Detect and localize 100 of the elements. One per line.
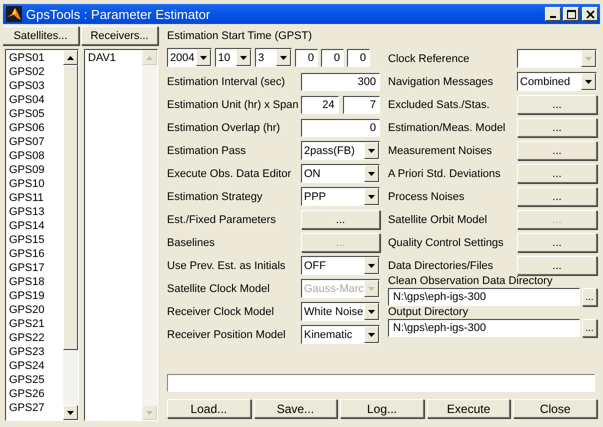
field-label: Use Prev. Est. as Initials (167, 260, 286, 272)
list-item[interactable]: GPS18 (9, 275, 60, 289)
caret-icon (368, 172, 375, 176)
maximize-button[interactable] (563, 7, 579, 21)
input-field[interactable]: 24 (301, 96, 338, 114)
dropdown[interactable]: 2004 (167, 48, 212, 67)
list-item[interactable]: GPS27 (9, 401, 60, 415)
down-arrow-icon[interactable] (67, 410, 74, 414)
options-button[interactable]: ... (517, 164, 597, 183)
path-field[interactable]: N:\gps\eph-igs-300 (388, 288, 580, 306)
list-item[interactable]: GPS07 (9, 135, 60, 149)
field-label: Navigation Messages (388, 76, 494, 88)
dropdown[interactable]: 2pass(FB) (301, 141, 380, 160)
list-item[interactable]: GPS15 (9, 233, 60, 247)
caret-icon (585, 56, 592, 60)
field-label: Estimation/Meas. Model (388, 122, 506, 134)
list-item[interactable]: GPS24 (9, 359, 60, 373)
options-button[interactable]: ... (517, 187, 597, 206)
options-button[interactable]: ... (517, 95, 597, 114)
field-label: Satellite Orbit Model (388, 214, 488, 226)
action-button[interactable]: Close (513, 399, 597, 418)
section-label: Estimation Start Time (GPST) (167, 30, 313, 42)
logo-icon (6, 6, 22, 22)
list-item[interactable]: GPS23 (9, 345, 60, 359)
list-item[interactable]: GPS16 (9, 247, 60, 261)
field-label: A Priori Std. Deviations (388, 168, 502, 180)
list-item[interactable]: GPS26 (9, 387, 60, 401)
input-field[interactable]: 300 (301, 72, 380, 90)
options-button[interactable]: ... (517, 256, 597, 275)
scroll-thumb[interactable] (63, 65, 78, 350)
dropdown[interactable]: White Noise (301, 302, 380, 321)
list-item[interactable]: GPS17 (9, 261, 60, 275)
caret-icon (368, 148, 375, 152)
input-field[interactable]: 0 (321, 48, 344, 66)
list-item[interactable]: GPS09 (9, 163, 60, 177)
action-button[interactable]: Save... (254, 399, 338, 418)
path-field[interactable]: N:\gps\eph-igs-300 (388, 319, 580, 337)
action-button[interactable]: Log... (340, 399, 424, 418)
caret-icon (368, 310, 375, 314)
dropdown[interactable]: 10 (215, 48, 252, 67)
field-label: Quality Control Settings (388, 236, 505, 248)
field-label: Excluded Sats./Stas. (388, 98, 490, 110)
list-button[interactable]: Satellites... (3, 26, 79, 45)
dropdown[interactable]: OFF (301, 256, 380, 275)
list-item[interactable]: GPS05 (9, 107, 60, 121)
field-label: Receiver Position Model (167, 328, 287, 340)
list-item[interactable]: GPS04 (9, 93, 60, 107)
list-item[interactable]: GPS25 (9, 373, 60, 387)
browse-button[interactable]: ... (582, 288, 597, 306)
list-item[interactable]: DAV1 (88, 51, 139, 65)
list-item[interactable]: GPS20 (9, 303, 60, 317)
minimize-button[interactable] (545, 7, 561, 21)
dropdown[interactable]: Kinematic (301, 325, 380, 344)
list-item[interactable]: GPS01 (9, 51, 60, 65)
list-item[interactable]: GPS10 (9, 177, 60, 191)
input-field[interactable]: 7 (342, 96, 380, 114)
caret-icon (585, 80, 592, 84)
field-label: Clean Observation Data Directory (388, 274, 554, 288)
list-item[interactable]: GPS03 (9, 79, 60, 93)
caret-icon (200, 56, 207, 60)
window-title: GpsTools : Parameter Estimator (26, 6, 212, 22)
up-arrow-icon[interactable] (67, 56, 74, 60)
input-field[interactable]: 0 (295, 48, 318, 66)
caret-icon (368, 264, 375, 268)
caret-icon (240, 56, 247, 60)
options-button[interactable]: ... (517, 141, 597, 160)
action-button[interactable]: Execute (426, 399, 510, 418)
list-item[interactable]: GPS22 (9, 331, 60, 345)
list-item[interactable]: GPS21 (9, 317, 60, 331)
dropdown[interactable]: ON (301, 164, 380, 183)
scrollbar[interactable] (63, 50, 78, 420)
options-button[interactable]: ... (301, 210, 380, 229)
list-item[interactable]: GPS19 (9, 289, 60, 303)
field-label: Output Directory (388, 305, 470, 319)
list-item[interactable]: GPS14 (9, 219, 60, 233)
options-button[interactable]: ... (517, 233, 597, 252)
field-label: Receiver Clock Model (167, 306, 275, 318)
input-field[interactable]: 0 (301, 118, 380, 136)
list-item[interactable]: GPS11 (9, 191, 60, 205)
field-label: Clock Reference (388, 52, 470, 64)
dropdown[interactable]: Combined (517, 72, 597, 91)
list-item[interactable]: GPS06 (9, 121, 60, 135)
list-item[interactable]: GPS13 (9, 205, 60, 219)
dropdown[interactable]: 3 (255, 48, 292, 67)
browse-button[interactable]: ... (582, 319, 597, 337)
close-button[interactable] (582, 7, 598, 21)
field-label: Est./Fixed Parameters (167, 214, 277, 226)
input-field[interactable]: 0 (347, 48, 370, 66)
action-button[interactable]: Load... (167, 399, 251, 418)
list-item[interactable]: GPS02 (9, 65, 60, 79)
list-item[interactable]: GPS08 (9, 149, 60, 163)
field-label: Estimation Pass (167, 144, 247, 156)
maximize-icon (566, 10, 576, 18)
caret-icon (368, 332, 375, 336)
field-label: Data Directories/Files (388, 260, 494, 272)
list-button[interactable]: Receivers... (81, 26, 158, 45)
dropdown[interactable]: PPP (301, 187, 380, 206)
field-label: Estimation Overlap (hr) (167, 122, 282, 134)
options-button[interactable]: ... (517, 118, 597, 137)
field-label: Baselines (167, 236, 216, 248)
